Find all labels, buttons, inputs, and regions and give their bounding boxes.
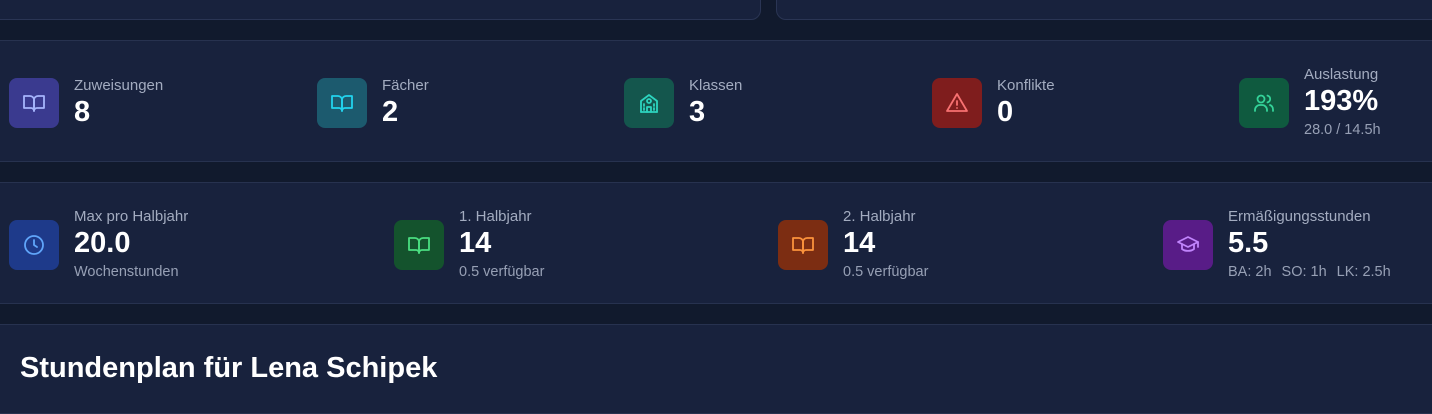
stat-label: Konflikte bbox=[997, 77, 1055, 94]
book-icon bbox=[23, 95, 45, 112]
book-icon bbox=[408, 236, 430, 254]
top-left-card bbox=[0, 0, 761, 20]
stat-zuweisungen: Zuweisungen 8 bbox=[9, 77, 163, 129]
reduction-ba: BA: 2h bbox=[1228, 264, 1272, 280]
book-icon bbox=[331, 95, 353, 112]
stat-subtext: 0.5 verfügbar bbox=[459, 264, 545, 280]
stat-icon-box bbox=[9, 78, 59, 128]
stat-icon-box bbox=[394, 219, 444, 270]
reduction-lk: LK: 2.5h bbox=[1336, 264, 1391, 280]
stat-subtext: Wochenstunden bbox=[74, 264, 179, 280]
schedule-title: Stundenplan für Lena Schipek bbox=[20, 352, 438, 384]
book-icon bbox=[792, 236, 814, 254]
stat-label: Zuweisungen bbox=[74, 77, 164, 94]
stat-label: Max pro Halbjahr bbox=[74, 208, 189, 225]
stat-icon-box bbox=[317, 78, 367, 128]
stat-label: 1. Halbjahr bbox=[459, 208, 532, 225]
stat-auslastung: Auslastung 193% 28.0 / 14.5h bbox=[1239, 66, 1381, 139]
stat-value: 2 bbox=[382, 96, 399, 128]
stat-icon-box bbox=[1239, 77, 1289, 128]
stat-ermaessigungsstunden: Ermäßigungsstunden 5.5 BA: 2h SO: 1h LK: 2… bbox=[1163, 208, 1391, 281]
school-icon bbox=[640, 94, 658, 113]
stat-subtext: 0.5 verfügbar bbox=[843, 264, 929, 280]
stat-label: Ermäßigungsstunden bbox=[1228, 208, 1371, 225]
top-right-card bbox=[776, 0, 1432, 20]
stat-faecher: Fächer 2 bbox=[317, 77, 429, 129]
stat-value: 0 bbox=[997, 96, 1014, 128]
stat-value: 14 bbox=[843, 227, 876, 259]
stat-icon-box bbox=[1163, 219, 1213, 270]
reduction-so: SO: 1h bbox=[1281, 264, 1327, 280]
clock-icon bbox=[24, 234, 44, 255]
stat-1-halbjahr: 1. Halbjahr 14 0.5 verfügbar bbox=[394, 208, 544, 281]
stat-label: Auslastung bbox=[1304, 66, 1379, 83]
stat-value: 20.0 bbox=[74, 227, 131, 259]
stat-label: 2. Halbjahr bbox=[843, 208, 916, 225]
stat-2-halbjahr: 2. Halbjahr 14 0.5 verfügbar bbox=[778, 208, 928, 281]
stat-subtext: 28.0 / 14.5h bbox=[1304, 122, 1381, 138]
stat-klassen: Klassen 3 bbox=[624, 77, 742, 129]
stat-value: 193% bbox=[1304, 85, 1379, 117]
stats-row-hours: Max pro Halbjahr 20.0 Wochenstunden 1. H… bbox=[0, 182, 1432, 304]
stat-value: 14 bbox=[459, 227, 492, 259]
stat-icon-box bbox=[932, 78, 982, 128]
users-icon bbox=[1254, 94, 1274, 112]
stat-value: 5.5 bbox=[1228, 227, 1269, 259]
stat-icon-box bbox=[778, 219, 828, 270]
stat-max-pro-halbjahr: Max pro Halbjahr 20.0 Wochenstunden bbox=[9, 208, 188, 281]
stat-value: 3 bbox=[689, 96, 706, 128]
stat-subtext: BA: 2h SO: 1h LK: 2.5h bbox=[1228, 263, 1391, 281]
stats-row-overview: Zuweisungen 8 Fächer 2 Klassen 3 Konflik… bbox=[0, 40, 1432, 162]
warning-icon bbox=[946, 93, 968, 112]
stat-icon-box bbox=[624, 78, 674, 128]
graduation-cap-icon bbox=[1177, 235, 1199, 252]
stat-value: 8 bbox=[74, 96, 91, 128]
stat-label: Fächer bbox=[382, 77, 429, 94]
stat-konflikte: Konflikte 0 bbox=[932, 77, 1055, 129]
stat-label: Klassen bbox=[689, 77, 743, 94]
stat-icon-box bbox=[9, 219, 59, 270]
